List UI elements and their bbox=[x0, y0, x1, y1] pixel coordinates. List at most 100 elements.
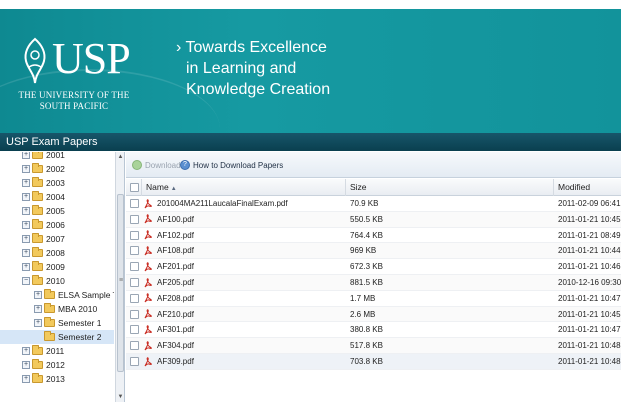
tree-item-2007[interactable]: + 2007 bbox=[0, 232, 114, 246]
row-select-cell[interactable] bbox=[126, 259, 142, 274]
file-name: AF201.pdf bbox=[157, 262, 194, 272]
scroll-up-arrow-icon[interactable]: ▲ bbox=[116, 152, 124, 162]
expand-icon[interactable]: + bbox=[22, 193, 30, 201]
row-select-cell[interactable] bbox=[126, 228, 142, 243]
row-select-cell[interactable] bbox=[126, 307, 142, 322]
row-select-cell[interactable] bbox=[126, 322, 142, 337]
usp-emblem-icon bbox=[24, 37, 46, 84]
expand-icon[interactable]: + bbox=[22, 249, 30, 257]
row-checkbox[interactable] bbox=[130, 309, 139, 319]
row-select-cell[interactable] bbox=[126, 243, 142, 258]
row-checkbox[interactable] bbox=[130, 246, 139, 256]
table-row[interactable]: AF309.pdf 703.8 KB 2011-01-21 10:48:31 bbox=[126, 354, 621, 370]
row-checkbox[interactable] bbox=[130, 214, 139, 224]
select-all-checkbox[interactable] bbox=[130, 183, 139, 192]
file-name-cell[interactable]: AF108.pdf bbox=[144, 243, 344, 258]
row-select-cell[interactable] bbox=[126, 196, 142, 211]
app-title: USP Exam Papers bbox=[6, 136, 98, 148]
row-select-cell[interactable] bbox=[126, 291, 142, 306]
row-checkbox[interactable] bbox=[130, 325, 139, 335]
expand-icon[interactable]: + bbox=[22, 235, 30, 243]
table-row[interactable]: 201004MA211LaucalaFinalExam.pdf 70.9 KB … bbox=[126, 196, 621, 212]
row-checkbox[interactable] bbox=[130, 262, 139, 272]
how-to-download-button[interactable]: ? How to Download Papers bbox=[180, 159, 283, 171]
expand-icon[interactable]: + bbox=[34, 291, 42, 299]
column-header-name[interactable]: Name ▲ bbox=[142, 179, 346, 196]
collapse-icon[interactable]: − bbox=[22, 277, 30, 285]
pdf-icon bbox=[144, 277, 152, 287]
tree-item-semester-2[interactable]: Semester 2 bbox=[0, 330, 114, 344]
file-modified: 2011-02-09 06:41:47 bbox=[558, 199, 621, 208]
tree-item-2013[interactable]: + 2013 bbox=[0, 372, 114, 386]
row-select-cell[interactable] bbox=[126, 338, 142, 353]
expand-icon[interactable]: + bbox=[22, 152, 30, 159]
row-checkbox[interactable] bbox=[130, 357, 139, 366]
table-row[interactable]: AF102.pdf 764.4 KB 2011-01-21 08:49:59 bbox=[126, 228, 621, 244]
expand-icon[interactable]: + bbox=[34, 305, 42, 313]
pdf-icon bbox=[144, 230, 152, 240]
select-all-column[interactable] bbox=[126, 179, 142, 196]
row-checkbox[interactable] bbox=[130, 199, 139, 208]
table-row[interactable]: AF205.pdf 881.5 KB 2010-12-16 09:30:19 bbox=[126, 275, 621, 291]
table-row[interactable]: AF210.pdf 2.6 MB 2011-01-21 10:45:20 bbox=[126, 306, 621, 323]
table-row[interactable]: AF208.pdf 1.7 MB 2011-01-21 10:47:07 bbox=[126, 291, 621, 307]
row-select-cell[interactable] bbox=[126, 275, 142, 290]
file-name-cell[interactable]: 201004MA211LaucalaFinalExam.pdf bbox=[144, 196, 344, 211]
row-checkbox[interactable] bbox=[130, 278, 139, 287]
table-row[interactable]: AF301.pdf 380.8 KB 2011-01-21 10:47:35 bbox=[126, 322, 621, 339]
tree-item-2005[interactable]: + 2005 bbox=[0, 204, 114, 218]
file-name-cell[interactable]: AF102.pdf bbox=[144, 228, 344, 243]
tree-item-2012[interactable]: + 2012 bbox=[0, 358, 114, 372]
tree-item-semester-1[interactable]: + Semester 1 bbox=[0, 316, 114, 330]
column-header-modified[interactable]: Modified bbox=[554, 179, 621, 196]
tree-item-label: 2008 bbox=[46, 248, 65, 258]
expand-icon[interactable]: + bbox=[22, 347, 30, 355]
tree-item-2002[interactable]: + 2002 bbox=[0, 162, 114, 176]
expand-icon[interactable]: + bbox=[34, 319, 42, 327]
expand-icon[interactable]: + bbox=[22, 375, 30, 383]
tree-item-2011[interactable]: + 2011 bbox=[0, 344, 114, 358]
file-name-cell[interactable]: AF201.pdf bbox=[144, 259, 344, 274]
download-button[interactable]: Download bbox=[132, 159, 181, 171]
tree-item-2008[interactable]: + 2008 bbox=[0, 246, 114, 260]
file-name: AF205.pdf bbox=[157, 278, 194, 287]
file-name-cell[interactable]: AF208.pdf bbox=[144, 291, 344, 306]
tree-item-2009[interactable]: + 2009 bbox=[0, 260, 114, 274]
tree-scrollbar[interactable]: ▲ ≡ ▼ bbox=[115, 152, 124, 402]
expand-icon[interactable]: + bbox=[22, 221, 30, 229]
usp-logo[interactable]: USP THE UNIVERSITY OF THE SOUTH PACIFIC bbox=[14, 31, 134, 129]
row-checkbox[interactable] bbox=[130, 293, 139, 303]
tree-item-2004[interactable]: + 2004 bbox=[0, 190, 114, 204]
expand-icon[interactable]: + bbox=[22, 207, 30, 215]
table-row[interactable]: AF304.pdf 517.8 KB 2011-01-21 10:48:06 bbox=[126, 338, 621, 354]
row-select-cell[interactable] bbox=[126, 354, 142, 369]
scroll-thumb[interactable]: ≡ bbox=[117, 194, 124, 372]
table-row[interactable]: AF201.pdf 672.3 KB 2011-01-21 10:46:29 bbox=[126, 259, 621, 275]
scroll-down-arrow-icon[interactable]: ▼ bbox=[116, 392, 124, 402]
expand-icon[interactable]: + bbox=[22, 165, 30, 173]
table-row[interactable]: AF108.pdf 969 KB 2011-01-21 10:44:30 bbox=[126, 243, 621, 260]
expand-icon[interactable]: + bbox=[22, 263, 30, 271]
tree-item-2010[interactable]: − 2010 bbox=[0, 274, 114, 288]
tree-item-2003[interactable]: + 2003 bbox=[0, 176, 114, 190]
file-name-cell[interactable]: AF309.pdf bbox=[144, 354, 344, 369]
file-name-cell[interactable]: AF205.pdf bbox=[144, 275, 344, 290]
tree-item-mba-2010[interactable]: + MBA 2010 bbox=[0, 302, 114, 316]
tree-item-2006[interactable]: + 2006 bbox=[0, 218, 114, 232]
expand-icon[interactable]: + bbox=[22, 179, 30, 187]
tagline-line-2: in Learning and bbox=[186, 60, 297, 77]
row-select-cell[interactable] bbox=[126, 212, 142, 227]
table-row[interactable]: AF100.pdf 550.5 KB 2011-01-21 10:45:52 bbox=[126, 211, 621, 228]
file-size: 1.7 MB bbox=[350, 293, 376, 303]
row-checkbox[interactable] bbox=[130, 230, 139, 240]
tree-item-elsa-sample-test-papers[interactable]: + ELSA Sample Test Pape bbox=[0, 288, 114, 302]
file-name-cell[interactable]: AF301.pdf bbox=[144, 322, 344, 337]
expand-icon[interactable]: + bbox=[22, 361, 30, 369]
column-header-size[interactable]: Size bbox=[346, 179, 554, 196]
file-name-cell[interactable]: AF210.pdf bbox=[144, 307, 344, 322]
file-name-cell[interactable]: AF304.pdf bbox=[144, 338, 344, 353]
file-name-cell[interactable]: AF100.pdf bbox=[144, 212, 344, 227]
folder-icon bbox=[32, 152, 43, 159]
row-checkbox[interactable] bbox=[130, 341, 139, 351]
tree-item-2001[interactable]: + 2001 bbox=[0, 152, 114, 162]
